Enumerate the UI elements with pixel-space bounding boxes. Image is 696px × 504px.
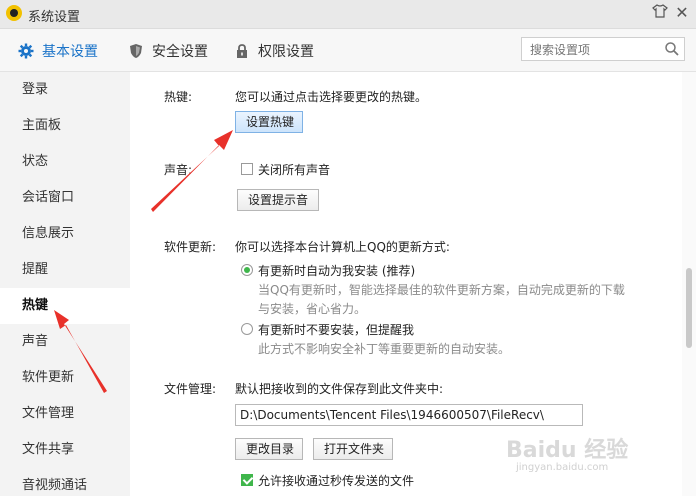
tab-security-settings[interactable]: 安全设置 <box>128 41 208 61</box>
auto-install-label: 有更新时自动为我安装 (推荐) <box>258 264 416 278</box>
gear-icon <box>18 43 34 59</box>
sidebar-item-file-sharing[interactable]: 文件共享 <box>0 432 130 468</box>
sidebar-item-av-call[interactable]: 音视频通话 <box>0 468 130 504</box>
tshirt-icon[interactable] <box>650 4 670 22</box>
set-hotkey-button[interactable]: 设置热键 <box>235 111 303 133</box>
search-input[interactable] <box>528 39 662 61</box>
sidebar-item-software-update[interactable]: 软件更新 <box>0 360 130 396</box>
sidebar-item-chat-window[interactable]: 会话窗口 <box>0 180 130 216</box>
mute-all-checkbox[interactable] <box>241 163 253 175</box>
hotkey-description: 您可以通过点击选择要更改的热键。 <box>235 90 428 104</box>
fast-receive-checkbox[interactable] <box>241 474 253 486</box>
sound-label: 声音: <box>164 163 193 177</box>
qq-penguin-icon <box>6 5 22 21</box>
close-icon[interactable]: ✕ <box>672 4 692 22</box>
hotkey-label: 热键: <box>164 90 193 104</box>
search-icon[interactable] <box>664 41 680 57</box>
update-description: 你可以选择本台计算机上QQ的更新方式: <box>235 240 450 254</box>
file-management-label: 文件管理: <box>164 382 217 396</box>
scrollbar-thumb[interactable] <box>686 268 692 348</box>
tab-basic-label: 基本设置 <box>42 44 98 60</box>
auto-install-hint-2: 与安装，省心省力。 <box>258 302 367 316</box>
receive-folder-path[interactable]: D:\Documents\Tencent Files\1946600507\Fi… <box>235 404 583 426</box>
set-notification-sound-button[interactable]: 设置提示音 <box>237 189 319 211</box>
sidebar-item-main-panel[interactable]: 主面板 <box>0 108 130 144</box>
tab-permission-label: 权限设置 <box>258 44 314 60</box>
open-folder-button[interactable]: 打开文件夹 <box>313 438 393 460</box>
change-directory-button[interactable]: 更改目录 <box>235 438 303 460</box>
sidebar: 登录 主面板 状态 会话窗口 信息展示 提醒 热键 声音 软件更新 文件管理 文… <box>0 72 130 496</box>
window-title: 系统设置 <box>28 10 81 25</box>
shield-icon <box>130 44 142 58</box>
tab-security-label: 安全设置 <box>152 44 208 60</box>
sidebar-item-status[interactable]: 状态 <box>0 144 130 180</box>
sidebar-item-info-display[interactable]: 信息展示 <box>0 216 130 252</box>
notify-only-hint: 此方式不影响安全补丁等重要更新的自动安装。 <box>258 342 511 356</box>
sidebar-item-login[interactable]: 登录 <box>0 72 130 108</box>
auto-install-hint-1: 当QQ有更新时，智能选择最佳的软件更新方案，自动完成更新的下载 <box>258 283 625 297</box>
lock-icon <box>237 44 247 58</box>
title-bar: 系统设置 ✕ <box>0 0 696 29</box>
tab-permission-settings[interactable]: 权限设置 <box>234 41 314 61</box>
file-management-description: 默认把接收到的文件保存到此文件夹中: <box>235 382 444 396</box>
auto-install-radio[interactable] <box>241 264 253 276</box>
mute-all-label: 关闭所有声音 <box>258 163 331 177</box>
baidu-watermark-url: jingyan.baidu.com <box>516 462 609 473</box>
settings-search[interactable] <box>521 37 685 61</box>
baidu-watermark-brand: Baidu 经验 <box>506 438 629 463</box>
sidebar-item-hotkeys[interactable]: 热键 <box>0 288 130 324</box>
tab-basic-settings[interactable]: 基本设置 <box>18 41 98 61</box>
sidebar-item-sound[interactable]: 声音 <box>0 324 130 360</box>
update-label: 软件更新: <box>164 240 217 254</box>
sidebar-item-file-management[interactable]: 文件管理 <box>0 396 130 432</box>
sidebar-item-reminders[interactable]: 提醒 <box>0 252 130 288</box>
notify-only-radio[interactable] <box>241 323 253 335</box>
fast-receive-label: 允许接收通过秒传发送的文件 <box>258 474 415 488</box>
notify-only-label: 有更新时不要安装，但提醒我 <box>258 323 415 337</box>
